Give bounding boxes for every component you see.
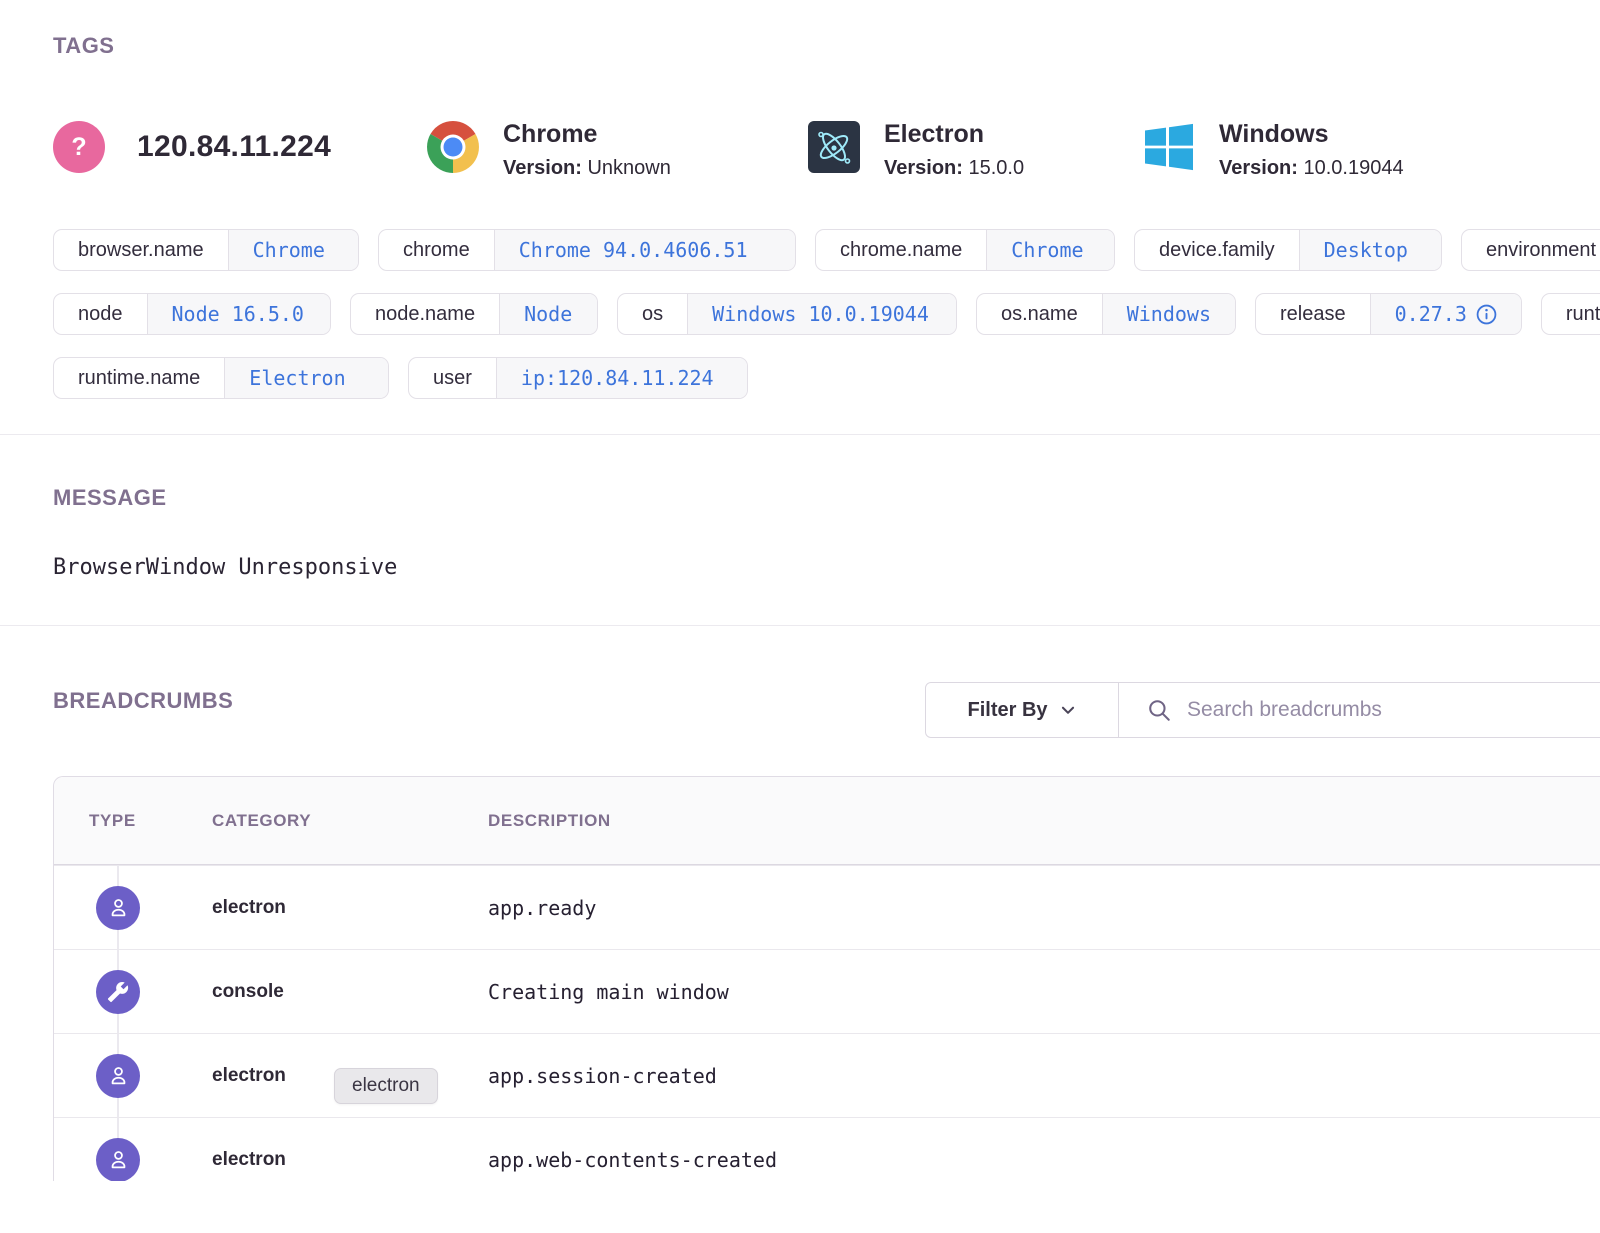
context-runtime: Electron Version: 15.0.0 (808, 121, 1143, 180)
tag-key: browser.name (54, 230, 228, 270)
message-section-title: MESSAGE (53, 485, 1600, 511)
tag-pill: runtime.name Electron (53, 357, 389, 399)
context-os: Windows Version: 10.0.19044 (1143, 121, 1404, 180)
user-breadcrumb-badge (96, 1138, 140, 1182)
chevron-down-icon (1059, 701, 1077, 719)
breadcrumb-category: electron (212, 897, 488, 919)
tag-pill: runtime (1541, 293, 1600, 335)
tag-key: node.name (351, 294, 499, 334)
browser-name: Chrome (503, 121, 671, 149)
breadcrumb-row: electron app.session-created (54, 1033, 1600, 1117)
console-breadcrumb-badge (96, 970, 140, 1014)
breadcrumbs-table: TYPE CATEGORY DESCRIPTION electron app.r… (53, 776, 1600, 1181)
tag-key: device.family (1135, 230, 1299, 270)
search-breadcrumbs-input[interactable] (1187, 698, 1600, 722)
tag-key: runtime.name (54, 358, 224, 398)
tag-value[interactable]: Windows (1102, 294, 1235, 334)
tag-pill-row: runtime.name Electron user ip:120.84.11.… (53, 357, 1600, 399)
tag-pill-row: browser.name Chrome chrome Chrome 94.0.4… (53, 229, 1600, 271)
chrome-icon (427, 121, 479, 173)
column-header-category: CATEGORY (212, 811, 488, 831)
tag-pill: os Windows 10.0.19044 (617, 293, 957, 335)
os-version: Version: 10.0.19044 (1219, 157, 1404, 180)
os-name: Windows (1219, 121, 1404, 149)
tag-pill-row: node Node 16.5.0 node.name Node os Windo… (53, 293, 1600, 335)
tag-pill: device.family Desktop (1134, 229, 1442, 271)
tag-value[interactable]: Chrome (228, 230, 358, 270)
user-ip-address: 120.84.11.224 (137, 130, 331, 164)
info-icon[interactable] (1476, 304, 1497, 325)
column-header-description: DESCRIPTION (488, 811, 1600, 831)
category-tooltip: electron (334, 1068, 438, 1104)
tag-value[interactable]: Chrome 94.0.4606.51 (494, 230, 795, 270)
browser-version: Version: Unknown (503, 157, 671, 180)
tags-section-title: TAGS (53, 33, 1600, 59)
breadcrumb-row: console Creating main window (54, 949, 1600, 1033)
table-header-row: TYPE CATEGORY DESCRIPTION (54, 777, 1600, 865)
breadcrumb-description: app.session-created (488, 1064, 1600, 1088)
tag-pills: browser.name Chrome chrome Chrome 94.0.4… (53, 229, 1600, 399)
unknown-user-avatar: ? (53, 121, 105, 173)
runtime-name: Electron (884, 121, 1024, 149)
message-text: BrowserWindow Unresponsive (53, 555, 1600, 580)
breadcrumb-row: electron app.web-contents-created (54, 1117, 1600, 1181)
breadcrumbs-controls: Filter By (925, 682, 1600, 738)
tag-pill: release 0.27.3 (1255, 293, 1522, 335)
tag-key: chrome (379, 230, 494, 270)
runtime-version: Version: 15.0.0 (884, 157, 1024, 180)
tag-key: chrome.name (816, 230, 986, 270)
tag-value[interactable]: Node 16.5.0 (147, 294, 331, 334)
tag-pill: chrome Chrome 94.0.4606.51 (378, 229, 796, 271)
tag-value[interactable]: Windows 10.0.19044 (687, 294, 956, 334)
breadcrumb-row: electron app.ready (54, 865, 1600, 949)
breadcrumbs-header: BREADCRUMBS Filter By (0, 626, 1600, 776)
user-icon (106, 1063, 131, 1088)
wrench-icon (107, 981, 129, 1003)
filter-by-button[interactable]: Filter By (926, 683, 1119, 737)
tag-key: release (1256, 294, 1370, 334)
breadcrumb-category: electron (212, 1149, 488, 1171)
tag-pill: chrome.name Chrome (815, 229, 1115, 271)
tag-key: user (409, 358, 496, 398)
breadcrumb-description: app.ready (488, 896, 1600, 920)
breadcrumbs-section-title: BREADCRUMBS (53, 688, 233, 714)
user-icon (106, 1147, 131, 1172)
tag-key: os (618, 294, 687, 334)
context-summary-row: ? 120.84.11.224 Chrome Version: Unknown (53, 121, 1600, 193)
context-user: ? 120.84.11.224 (53, 121, 427, 173)
question-mark-icon: ? (71, 133, 86, 162)
section-divider (0, 434, 1600, 435)
search-box (1119, 683, 1600, 737)
tag-pill: node.name Node (350, 293, 598, 335)
tag-value[interactable]: 0.27.3 (1370, 294, 1521, 334)
tag-key: node (54, 294, 147, 334)
tag-value[interactable]: Node (499, 294, 597, 334)
breadcrumb-description: Creating main window (488, 980, 1600, 1004)
tag-value[interactable]: ip:120.84.11.224 (496, 358, 747, 398)
tag-value[interactable]: Chrome (986, 230, 1114, 270)
breadcrumb-category: console (212, 981, 488, 1003)
tag-pill: user ip:120.84.11.224 (408, 357, 748, 399)
tag-pill: node Node 16.5.0 (53, 293, 331, 335)
table-body: electron app.ready console Creating main… (54, 865, 1600, 1181)
tag-pill: browser.name Chrome (53, 229, 359, 271)
tag-pill: environment (1461, 229, 1600, 271)
user-breadcrumb-badge (96, 1054, 140, 1098)
breadcrumb-description: app.web-contents-created (488, 1148, 1600, 1172)
tag-key: os.name (977, 294, 1102, 334)
tag-pill: os.name Windows (976, 293, 1236, 335)
column-header-type: TYPE (89, 811, 212, 831)
windows-icon (1143, 121, 1195, 173)
user-breadcrumb-badge (96, 886, 140, 930)
tag-value[interactable]: Electron (224, 358, 388, 398)
context-browser: Chrome Version: Unknown (427, 121, 808, 180)
tag-key: runtime (1542, 294, 1600, 334)
tag-value[interactable]: Desktop (1299, 230, 1441, 270)
user-icon (106, 895, 131, 920)
search-icon (1146, 697, 1172, 723)
electron-icon (808, 121, 860, 173)
tag-key: environment (1462, 230, 1600, 270)
